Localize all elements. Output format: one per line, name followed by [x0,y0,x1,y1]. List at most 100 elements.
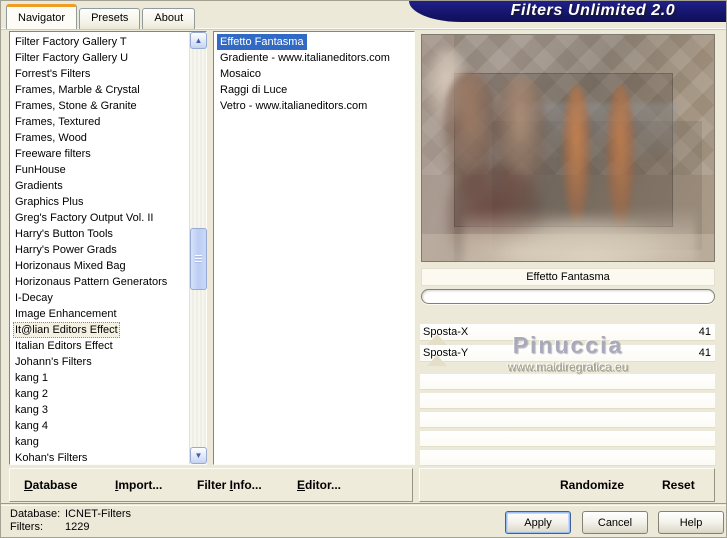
category-item[interactable]: kang 4 [13,418,189,434]
category-item[interactable]: kang 2 [13,386,189,402]
slider-thumb-icon[interactable] [427,355,447,366]
category-item[interactable]: kang [13,434,189,450]
tab-presets[interactable]: Presets [79,8,141,29]
category-list: Filter Factory Gallery T Filter Factory G… [10,32,189,464]
category-item[interactable]: Greg's Factory Output Vol. II [13,210,189,226]
category-item-label: Graphics Plus [15,196,84,208]
category-item-label: Harry's Button Tools [15,228,113,240]
category-item[interactable]: Frames, Stone & Granite [13,98,189,114]
toolbar-right: Randomize Reset [419,468,715,502]
editor-button[interactable]: Editor... [297,478,341,492]
category-item-label: kang 1 [15,372,49,384]
reset-button[interactable]: Reset [662,478,695,492]
randomize-button[interactable]: Randomize [560,478,624,492]
filter-item[interactable]: Raggi di Luce [217,82,414,98]
filter-info-button[interactable]: Filter Info... [197,478,262,492]
category-item[interactable]: Italian Editors Effect [13,338,189,354]
category-item-label: Image Enhancement [15,308,117,320]
slider-slot-empty [420,431,715,447]
database-button[interactable]: Database [24,478,77,492]
category-item[interactable]: Horizonaus Mixed Bag [13,258,189,274]
filter-list-panel: Effetto Fantasma Gradiente - www.italiane… [213,31,415,465]
category-item-label: kang 2 [15,388,49,400]
category-item[interactable]: Kohan's Filters [13,450,189,464]
category-item-label: Frames, Textured [15,116,101,128]
category-item[interactable]: Frames, Marble & Crystal [13,82,189,98]
scrollbar-thumb[interactable] [190,228,207,290]
category-item-label: Johann's Filters [15,356,92,368]
slider-slot-empty [420,393,715,409]
status-filters-label: Filters: [10,521,43,533]
bottom-divider [1,503,726,506]
category-item-label: kang [15,436,39,448]
import-button[interactable]: Import... [115,478,162,492]
category-item-label: Gradients [15,180,63,192]
filter-item[interactable]: Mosaico [217,66,414,82]
category-item[interactable]: It@lian Editors Effect [13,322,189,338]
category-item[interactable]: Horizonaus Pattern Generators [13,274,189,290]
slider-row-sposta-x[interactable]: Sposta-X 41 [420,324,715,345]
filter-item[interactable]: Vetro - www.italianeditors.com [217,98,414,114]
cancel-button[interactable]: Cancel [582,511,648,534]
category-item[interactable]: Graphics Plus [13,194,189,210]
title-banner: Filters Unlimited 2.0 [409,1,726,22]
category-item[interactable]: Filter Factory Gallery T [13,34,189,50]
category-item[interactable]: FunHouse [13,162,189,178]
category-item-label: Italian Editors Effect [15,340,113,352]
apply-button[interactable]: Apply [505,511,571,534]
progress-bar [421,289,715,304]
window-title: Filters Unlimited 2.0 [510,2,676,19]
category-item[interactable]: I-Decay [13,290,189,306]
status-area: Database: ICNET-Filters Filters: 1229 [10,508,131,534]
filter-caption: Effetto Fantasma [421,268,715,286]
category-item[interactable]: Image Enhancement [13,306,189,322]
status-database-label: Database: [10,508,61,520]
category-item[interactable]: kang 3 [13,402,189,418]
scroll-up-icon[interactable]: ▲ [190,32,207,49]
filter-item-label: Mosaico [220,68,261,80]
filter-item-label: Vetro - www.italianeditors.com [220,100,368,112]
scroll-down-icon[interactable]: ▼ [190,447,207,464]
help-button[interactable]: Help [658,511,724,534]
category-scrollbar[interactable]: ▲ ▼ [189,32,207,464]
category-item[interactable]: Harry's Button Tools [13,226,189,242]
category-item-label: Frames, Wood [15,132,87,144]
category-item[interactable]: Frames, Textured [13,114,189,130]
category-item-label: kang 4 [15,420,49,432]
category-item-label: Freeware filters [15,148,91,160]
slider-slot-empty [420,450,715,466]
category-item[interactable]: Filter Factory Gallery U [13,50,189,66]
category-item[interactable]: Forrest's Filters [13,66,189,82]
filters-unlimited-dialog: Filters Unlimited 2.0 Navigator Presets Ab… [0,0,727,538]
slider-stack: Sposta-X 41 Sposta-Y 41 [420,324,715,469]
category-item-label: Frames, Marble & Crystal [15,84,140,96]
tab-navigator[interactable]: Navigator [6,4,78,29]
category-item-label: kang 3 [15,404,49,416]
category-item-label: Horizonaus Mixed Bag [15,260,126,272]
filter-item[interactable]: Gradiente - www.italianeditors.com [217,50,414,66]
filter-item-label: Raggi di Luce [220,84,288,96]
category-item-label: FunHouse [15,164,66,176]
preview-art-bottomlight [422,233,714,261]
category-item-label: It@lian Editors Effect [13,322,120,338]
filter-item[interactable]: Effetto Fantasma [217,34,414,50]
category-item-label: Harry's Power Grads [15,244,117,256]
tab-bar: Navigator Presets About [6,4,197,29]
category-item[interactable]: Freeware filters [13,146,189,162]
category-item[interactable]: kang 1 [13,370,189,386]
tab-about[interactable]: About [142,8,196,29]
category-item[interactable]: Frames, Wood [13,130,189,146]
category-item[interactable]: Harry's Power Grads [13,242,189,258]
category-item[interactable]: Gradients [13,178,189,194]
slider-thumb-icon[interactable] [427,334,447,345]
category-item-label: Filter Factory Gallery T [15,36,127,48]
slider-slot-empty [420,412,715,428]
slider-value: 41 [698,347,711,359]
slider-slot-empty [420,374,715,390]
filter-item-label: Effetto Fantasma [217,34,307,50]
category-item-label: Forrest's Filters [15,68,91,80]
status-database-value: ICNET-Filters [65,508,131,520]
category-item[interactable]: Johann's Filters [13,354,189,370]
slider-row-sposta-y[interactable]: Sposta-Y 41 [420,345,715,366]
status-filters-value: 1229 [65,521,90,533]
